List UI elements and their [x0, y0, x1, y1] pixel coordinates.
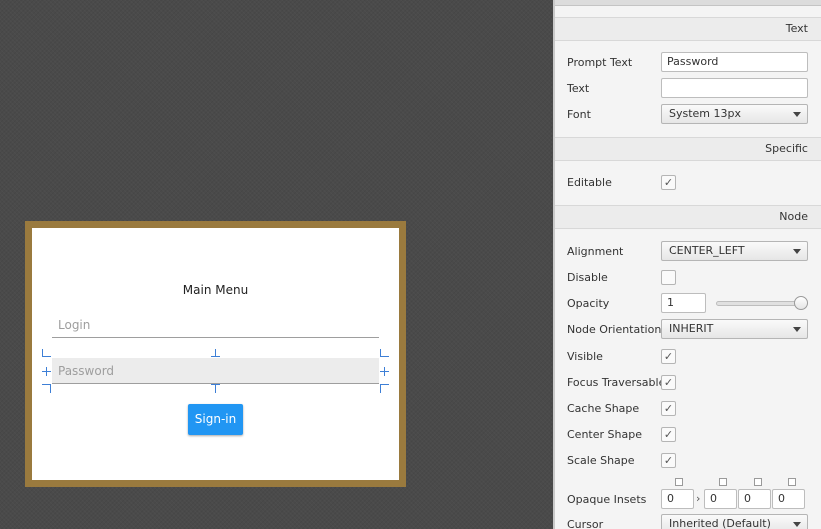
- opaque-insets-right[interactable]: 0: [704, 489, 737, 509]
- opaque-insets-left[interactable]: 0: [772, 489, 805, 509]
- password-field[interactable]: Password: [52, 358, 379, 384]
- opacity-slider-track[interactable]: [716, 301, 801, 306]
- center-shape-label: Center Shape: [567, 428, 642, 441]
- signin-button[interactable]: Sign-in: [188, 404, 243, 435]
- text-label: Text: [567, 82, 590, 95]
- cursor-label: Cursor: [567, 518, 604, 529]
- center-shape-checkbox[interactable]: ✓: [661, 427, 676, 442]
- node-orientation-combo[interactable]: INHERIT: [661, 319, 808, 339]
- cache-shape-label: Cache Shape: [567, 402, 640, 415]
- handle-middle-right-arm: [384, 367, 385, 376]
- cache-shape-checkbox[interactable]: ✓: [661, 401, 676, 416]
- alignment-label: Alignment: [567, 245, 624, 258]
- login-field[interactable]: Login: [52, 312, 379, 338]
- node-orientation-label: Node Orientation: [567, 323, 662, 336]
- prompt-text-input[interactable]: Password: [661, 52, 808, 72]
- inset-top-icon: [675, 478, 683, 486]
- inset-right-icon: [719, 478, 727, 486]
- font-combo-value: System 13px: [669, 107, 742, 120]
- handle-middle-left-arm: [46, 367, 47, 376]
- scale-shape-checkbox[interactable]: ✓: [661, 453, 676, 468]
- inset-left-icon: [788, 478, 796, 486]
- section-header-text[interactable]: Text: [555, 17, 821, 41]
- cursor-combo[interactable]: Inherited (Default): [661, 514, 808, 529]
- node-orientation-combo-value: INHERIT: [669, 322, 714, 335]
- handle-bottom-right-arm: [380, 384, 389, 385]
- section-header-specific[interactable]: Specific: [555, 137, 821, 161]
- properties-inspector: Text Prompt Text Password Text Font Syst…: [553, 0, 821, 529]
- opaque-insets-label: Opaque Insets: [567, 493, 647, 506]
- section-header-node[interactable]: Node: [555, 205, 821, 229]
- handle-top-center-arm: [211, 356, 220, 357]
- scale-shape-label: Scale Shape: [567, 454, 635, 467]
- inspector-top-strip: [555, 0, 821, 6]
- alignment-combo-value: CENTER_LEFT: [669, 244, 745, 257]
- disable-checkbox[interactable]: [661, 270, 676, 285]
- visible-checkbox[interactable]: ✓: [661, 349, 676, 364]
- editable-checkbox[interactable]: ✓: [661, 175, 676, 190]
- opacity-label: Opacity: [567, 297, 610, 310]
- font-label: Font: [567, 108, 591, 121]
- chevron-down-icon: [793, 112, 801, 117]
- opacity-slider-thumb[interactable]: [794, 296, 808, 310]
- inset-bottom-icon: [754, 478, 762, 486]
- prompt-text-label: Prompt Text: [567, 56, 633, 69]
- focus-traversable-checkbox[interactable]: ✓: [661, 375, 676, 390]
- chevron-down-icon: [793, 327, 801, 332]
- link-icon[interactable]: ›: [696, 492, 700, 505]
- handle-bottom-left[interactable]: [50, 384, 51, 393]
- editable-label: Editable: [567, 176, 612, 189]
- stage-frame: Main Menu Login Password Sign-in: [25, 221, 406, 487]
- text-input[interactable]: [661, 78, 808, 98]
- handle-bottom-right[interactable]: [380, 384, 381, 393]
- handle-bottom-center[interactable]: [215, 384, 216, 393]
- handle-top-left-arm: [42, 356, 51, 357]
- handle-top-right-arm: [380, 356, 389, 357]
- chevron-down-icon: [793, 249, 801, 254]
- chevron-down-icon: [793, 522, 801, 527]
- opacity-input[interactable]: 1: [661, 293, 706, 313]
- disable-label: Disable: [567, 271, 608, 284]
- cursor-combo-value: Inherited (Default): [669, 517, 771, 529]
- opaque-insets-top[interactable]: 0: [661, 489, 694, 509]
- focus-traversable-label: Focus Traversable: [567, 376, 666, 389]
- design-canvas[interactable]: Main Menu Login Password Sign-in: [0, 0, 553, 529]
- font-combo[interactable]: System 13px: [661, 104, 808, 124]
- main-menu-title[interactable]: Main Menu: [32, 283, 399, 297]
- alignment-combo[interactable]: CENTER_LEFT: [661, 241, 808, 261]
- visible-label: Visible: [567, 350, 603, 363]
- opaque-insets-bottom[interactable]: 0: [738, 489, 771, 509]
